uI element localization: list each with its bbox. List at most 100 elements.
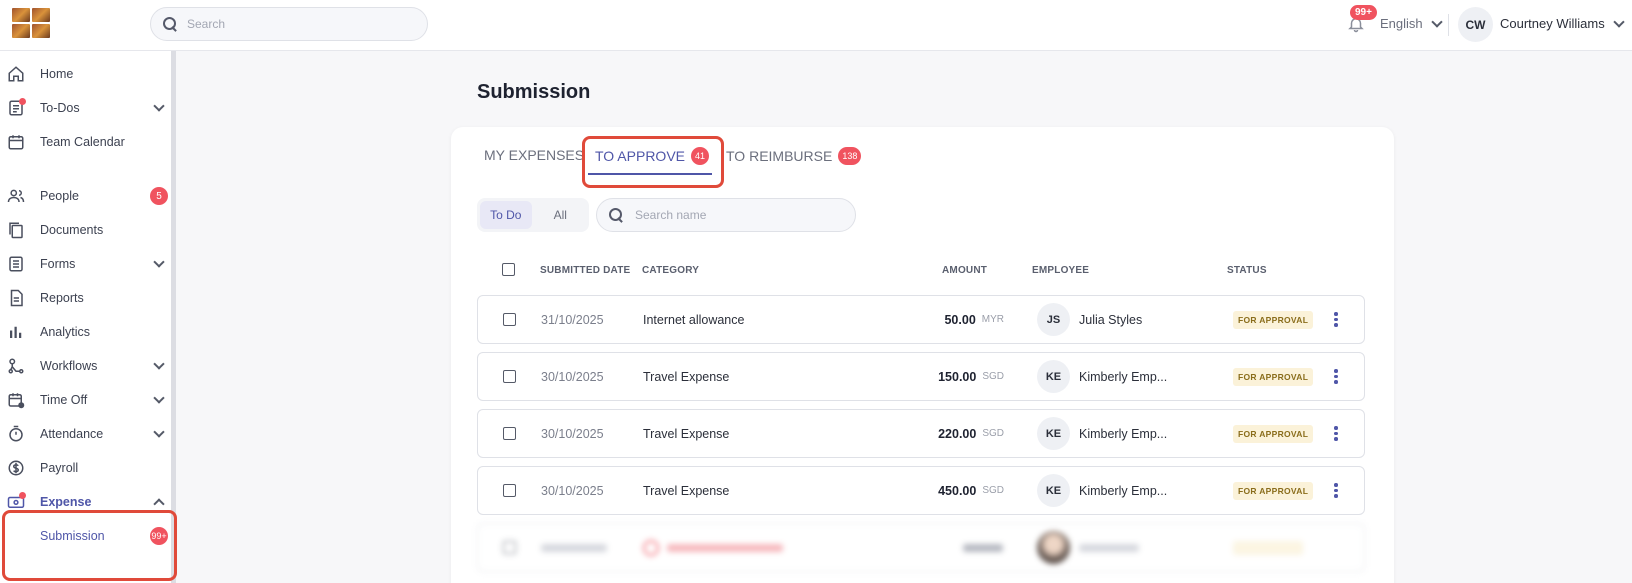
- sidebar-item-people[interactable]: People 5: [0, 179, 171, 213]
- sidebar-item-todos[interactable]: To-Dos: [0, 91, 171, 125]
- row-amount: 50.00 MYR: [838, 296, 1004, 343]
- table-row-obscured[interactable]: [477, 523, 1365, 572]
- tab-label: MY EXPENSES: [484, 147, 585, 163]
- sidebar-item-documents[interactable]: Documents: [0, 213, 171, 247]
- filter-todo-button[interactable]: To Do: [480, 201, 532, 229]
- avatar: JS: [1037, 303, 1070, 336]
- table-row[interactable]: 30/10/2025 Travel Expense 150.00 SGD KE …: [477, 352, 1365, 401]
- search-icon: [609, 208, 623, 222]
- obscured-employee: [1037, 524, 1139, 571]
- sidebar-item-payroll[interactable]: Payroll: [0, 451, 171, 485]
- sidebar-item-reports[interactable]: Reports: [0, 281, 171, 315]
- select-all-checkbox[interactable]: [502, 263, 515, 276]
- table-row[interactable]: 30/10/2025 Travel Expense 220.00 SGD KE …: [477, 409, 1365, 458]
- company-logo[interactable]: [12, 8, 50, 38]
- sidebar-item-label: Expense: [40, 495, 92, 509]
- more-options-icon[interactable]: [1334, 296, 1338, 343]
- sidebar-item-time-off[interactable]: Time Off: [0, 383, 171, 417]
- obscured-status: [1233, 524, 1303, 571]
- name-search[interactable]: [596, 198, 856, 232]
- notification-dot: [19, 98, 26, 105]
- sidebar-item-label: Time Off: [40, 393, 88, 407]
- column-header-employee[interactable]: EMPLOYEE: [1032, 265, 1089, 276]
- notifications-badge: 99+: [1350, 5, 1377, 20]
- home-icon: [7, 65, 25, 83]
- avatar: KE: [1037, 360, 1070, 393]
- calendar-icon: [7, 133, 25, 151]
- forms-icon: [7, 255, 25, 273]
- top-bar: 99+ English CW Courtney Williams: [0, 0, 1632, 51]
- analytics-icon: [7, 323, 25, 341]
- user-name: Courtney Williams: [1500, 16, 1605, 31]
- chevron-down-icon: [1613, 15, 1625, 28]
- row-employee: KE Kimberly Emp...: [1037, 410, 1167, 457]
- sidebar-item-analytics[interactable]: Analytics: [0, 315, 171, 349]
- row-employee: KE Kimberly Emp...: [1037, 467, 1167, 514]
- sidebar-item-label: Reports: [40, 291, 84, 305]
- sidebar-item-label: People: [40, 189, 79, 203]
- employee-name: Julia Styles: [1079, 312, 1143, 327]
- dollar-icon: [7, 459, 25, 477]
- tab-badge: 138: [838, 147, 862, 165]
- amount-currency: SGD: [982, 428, 1004, 439]
- amount-currency: SGD: [982, 485, 1004, 496]
- avatar: [1037, 531, 1070, 564]
- tab-my-expenses[interactable]: MY EXPENSES: [484, 147, 584, 163]
- status-badge: FOR APPROVAL: [1233, 310, 1314, 329]
- user-avatar[interactable]: CW: [1458, 7, 1493, 42]
- name-search-input[interactable]: [635, 208, 835, 222]
- row-checkbox[interactable]: [503, 524, 516, 571]
- row-amount: 150.00 SGD: [838, 353, 1004, 400]
- table-row[interactable]: 31/10/2025 Internet allowance 50.00 MYR …: [477, 295, 1365, 344]
- more-options-icon[interactable]: [1334, 410, 1338, 457]
- column-header-amount[interactable]: AMOUNT: [942, 265, 987, 276]
- sidebar-item-home[interactable]: Home: [0, 57, 171, 91]
- search-icon: [163, 17, 177, 31]
- row-employee: JS Julia Styles: [1037, 296, 1142, 343]
- obscured-category: [643, 524, 783, 571]
- sidebar-item-workflows[interactable]: Workflows: [0, 349, 171, 383]
- documents-icon: [7, 221, 25, 239]
- tab-to-reimburse[interactable]: TO REIMBURSE 138: [726, 147, 862, 165]
- chevron-down-icon: [153, 100, 165, 112]
- chevron-down-icon: [153, 256, 165, 268]
- row-checkbox[interactable]: [503, 296, 516, 343]
- row-category: Travel Expense: [643, 369, 730, 384]
- row-amount: 220.00 SGD: [838, 410, 1004, 457]
- row-date: 30/10/2025: [541, 369, 604, 384]
- sidebar: Home To-Dos Team Calendar People 5 Docum…: [0, 51, 176, 583]
- page-title: Submission: [477, 81, 591, 103]
- row-status: FOR APPROVAL: [1233, 467, 1314, 514]
- chevron-down-icon: [153, 426, 165, 438]
- row-employee: KE Kimberly Emp...: [1037, 353, 1167, 400]
- column-header-category[interactable]: CATEGORY: [642, 265, 699, 276]
- global-search[interactable]: [150, 7, 428, 41]
- language-select[interactable]: English: [1380, 15, 1443, 31]
- column-header-date[interactable]: SUBMITTED DATE: [540, 265, 630, 276]
- sidebar-item-forms[interactable]: Forms: [0, 247, 171, 281]
- row-checkbox[interactable]: [503, 467, 516, 514]
- language-label: English: [1380, 16, 1423, 31]
- column-header-status[interactable]: STATUS: [1227, 265, 1267, 276]
- global-search-input[interactable]: [187, 17, 407, 31]
- more-options-icon[interactable]: [1334, 467, 1338, 514]
- row-checkbox[interactable]: [503, 353, 516, 400]
- amount-value: 220.00: [938, 426, 977, 441]
- sidebar-item-team-calendar[interactable]: Team Calendar: [0, 125, 171, 159]
- sidebar-item-label: Team Calendar: [40, 135, 125, 149]
- avatar: KE: [1037, 474, 1070, 507]
- sidebar-item-label: Documents: [40, 223, 104, 237]
- table-row[interactable]: 30/10/2025 Travel Expense 450.00 SGD KE …: [477, 466, 1365, 515]
- row-category: Travel Expense: [643, 426, 730, 441]
- amount-currency: SGD: [982, 371, 1004, 382]
- divider: [1448, 14, 1449, 36]
- row-amount: 450.00 SGD: [838, 467, 1004, 514]
- amount-value: 50.00: [944, 312, 976, 327]
- more-options-icon[interactable]: [1334, 353, 1338, 400]
- filter-all-button[interactable]: All: [535, 201, 587, 229]
- time-off-icon: [7, 391, 25, 409]
- sidebar-item-attendance[interactable]: Attendance: [0, 417, 171, 451]
- user-menu[interactable]: Courtney Williams: [1500, 15, 1625, 31]
- row-checkbox[interactable]: [503, 410, 516, 457]
- filter-toggle: To Do All: [477, 198, 589, 232]
